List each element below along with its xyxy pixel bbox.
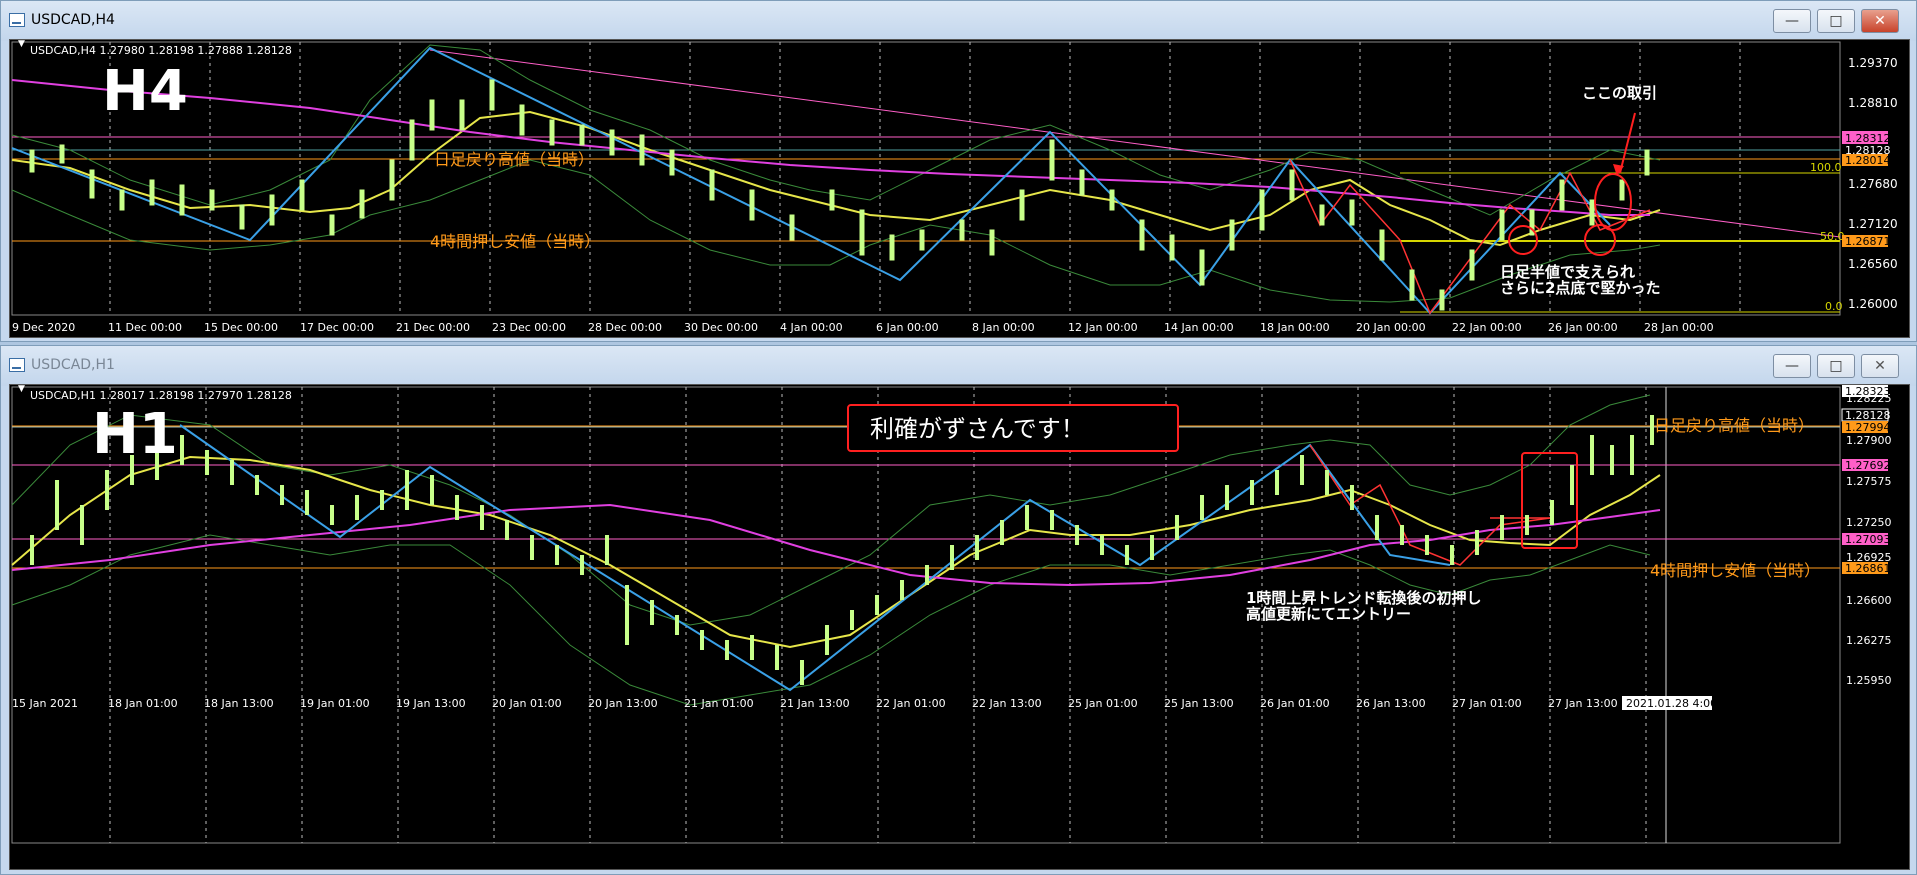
x-label: 20 Jan 13:00 xyxy=(588,697,658,710)
annotation-entry-2: 高値更新にてエントリー xyxy=(1246,605,1411,623)
timeframe-label: H4 xyxy=(102,59,188,124)
title-bar[interactable]: USDCAD,H1 — □ ✕ xyxy=(1,346,1916,386)
y-label: 1.26275 xyxy=(1846,634,1892,647)
x-label: 27 Jan 01:00 xyxy=(1452,697,1522,710)
x-label: 23 Dec 00:00 xyxy=(492,321,566,334)
price-badge-pink-2: 1.27093 xyxy=(1845,533,1891,546)
fib-50-label: 50.0 xyxy=(1820,230,1845,243)
window-title: USDCAD,H4 xyxy=(31,12,115,28)
close-button[interactable]: ✕ xyxy=(1861,354,1899,378)
chart-canvas: ▼ USDCAD,H4 1.27980 1.28198 1.27888 1.28… xyxy=(11,40,1898,334)
chart-header: USDCAD,H4 1.27980 1.28198 1.27888 1.2812… xyxy=(30,44,292,57)
collapse-arrow-icon[interactable]: ▼ xyxy=(18,40,25,49)
x-label: 22 Jan 13:00 xyxy=(972,697,1042,710)
price-badge-orange-2: 1.26871 xyxy=(1845,235,1891,248)
chart-header: USDCAD,H1 1.28017 1.28198 1.27970 1.2812… xyxy=(30,389,292,402)
price-badge-orange: 1.28014 xyxy=(1845,154,1891,167)
x-label: 28 Jan 00:00 xyxy=(1644,321,1714,334)
y-label: 1.27575 xyxy=(1846,475,1892,488)
annotation-daily-high: 日足戻り高値（当時） xyxy=(1654,416,1814,435)
window-h1: USDCAD,H1 — □ ✕ ▼ USDCAD,H1 1.28017 1.28… xyxy=(0,345,1917,875)
y-label: 1.27900 xyxy=(1846,434,1892,447)
chart-window-icon xyxy=(9,13,25,27)
x-label: 21 Dec 00:00 xyxy=(396,321,470,334)
maximize-button[interactable]: □ xyxy=(1817,9,1855,33)
y-label: 1.26000 xyxy=(1848,297,1898,311)
x-label: 22 Jan 01:00 xyxy=(876,697,946,710)
annotation-support-2: さらに2点底で堅かった xyxy=(1500,279,1660,297)
y-label: 1.27120 xyxy=(1848,217,1898,231)
fib-100-label: 100.0 xyxy=(1810,161,1842,174)
x-label: 26 Jan 01:00 xyxy=(1260,697,1330,710)
timeframe-label: H1 xyxy=(92,402,178,467)
maximize-button[interactable]: □ xyxy=(1817,354,1855,378)
x-label: 4 Jan 00:00 xyxy=(780,321,843,334)
x-label: 19 Jan 13:00 xyxy=(396,697,466,710)
x-label: 21 Jan 01:00 xyxy=(684,697,754,710)
x-label: 6 Jan 00:00 xyxy=(876,321,939,334)
x-label: 18 Jan 01:00 xyxy=(108,697,178,710)
x-label: 18 Jan 00:00 xyxy=(1260,321,1330,334)
x-label: 9 Dec 2020 xyxy=(12,321,75,334)
minimize-button[interactable]: — xyxy=(1773,354,1811,378)
price-badge-orange: 1.27994 xyxy=(1845,421,1891,434)
x-label: 27 Jan 13:00 xyxy=(1548,697,1618,710)
price-badge-top: 1.28323 xyxy=(1845,385,1891,398)
y-label: 1.29370 xyxy=(1848,56,1898,70)
x-label: 20 Jan 01:00 xyxy=(492,697,562,710)
x-label: 21 Jan 13:00 xyxy=(780,697,850,710)
fib-0-label: 0.0 xyxy=(1825,300,1843,313)
y-label: 1.25950 xyxy=(1846,674,1892,687)
annotation-h4-low: 4時間押し安値（当時） xyxy=(430,232,600,251)
x-label: 19 Jan 01:00 xyxy=(300,697,370,710)
price-chart-h4[interactable]: ▼ USDCAD,H4 1.27980 1.28198 1.27888 1.28… xyxy=(9,39,1910,338)
y-label: 1.26560 xyxy=(1848,257,1898,271)
x-label: 30 Dec 00:00 xyxy=(684,321,758,334)
x-label: 26 Jan 13:00 xyxy=(1356,697,1426,710)
price-badge-orange-2: 1.26861 xyxy=(1845,562,1891,575)
minimize-button[interactable]: — xyxy=(1773,9,1811,33)
x-label: 12 Jan 00:00 xyxy=(1068,321,1138,334)
window-h4: USDCAD,H4 — □ ✕ ▼ USDCAD,H4 1.27980 1.28… xyxy=(0,0,1917,342)
y-label: 1.27250 xyxy=(1846,516,1892,529)
chart-window-icon xyxy=(9,358,25,372)
annotation-trade: ここの取引 xyxy=(1582,84,1657,102)
price-chart-h1[interactable]: ▼ USDCAD,H1 1.28017 1.28198 1.27970 1.28… xyxy=(9,384,1910,870)
annotation-h4-low: 4時間押し安値（当時） xyxy=(1650,561,1820,580)
annotation-daily-high: 日足戻り高値（当時） xyxy=(434,150,594,169)
collapse-arrow-icon[interactable]: ▼ xyxy=(18,385,25,394)
x-label: 18 Jan 13:00 xyxy=(204,697,274,710)
x-label: 11 Dec 00:00 xyxy=(108,321,182,334)
x-label: 17 Dec 00:00 xyxy=(300,321,374,334)
x-label: 22 Jan 00:00 xyxy=(1452,321,1522,334)
y-label: 1.28810 xyxy=(1848,96,1898,110)
x-label: 25 Jan 01:00 xyxy=(1068,697,1138,710)
crosshair-time-label: 2021.01.28 4:00 xyxy=(1626,697,1717,710)
x-label: 15 Jan 2021 xyxy=(12,697,78,710)
x-label: 28 Dec 00:00 xyxy=(588,321,662,334)
x-label: 20 Jan 00:00 xyxy=(1356,321,1426,334)
title-bar[interactable]: USDCAD,H4 — □ ✕ xyxy=(1,1,1916,41)
x-label: 14 Jan 00:00 xyxy=(1164,321,1234,334)
x-label: 25 Jan 13:00 xyxy=(1164,697,1234,710)
price-badge-pink: 1.27692 xyxy=(1845,459,1891,472)
y-label: 1.27680 xyxy=(1848,177,1898,191)
y-label: 1.26600 xyxy=(1846,594,1892,607)
chart-canvas: ▼ USDCAD,H1 1.28017 1.28198 1.27970 1.28… xyxy=(11,385,1892,844)
x-label: 8 Jan 00:00 xyxy=(972,321,1035,334)
annotation-profit: 利確がずさんです！ xyxy=(870,415,1085,443)
window-title: USDCAD,H1 xyxy=(31,357,115,373)
close-button[interactable]: ✕ xyxy=(1861,9,1899,33)
x-label: 15 Dec 00:00 xyxy=(204,321,278,334)
x-label: 26 Jan 00:00 xyxy=(1548,321,1618,334)
